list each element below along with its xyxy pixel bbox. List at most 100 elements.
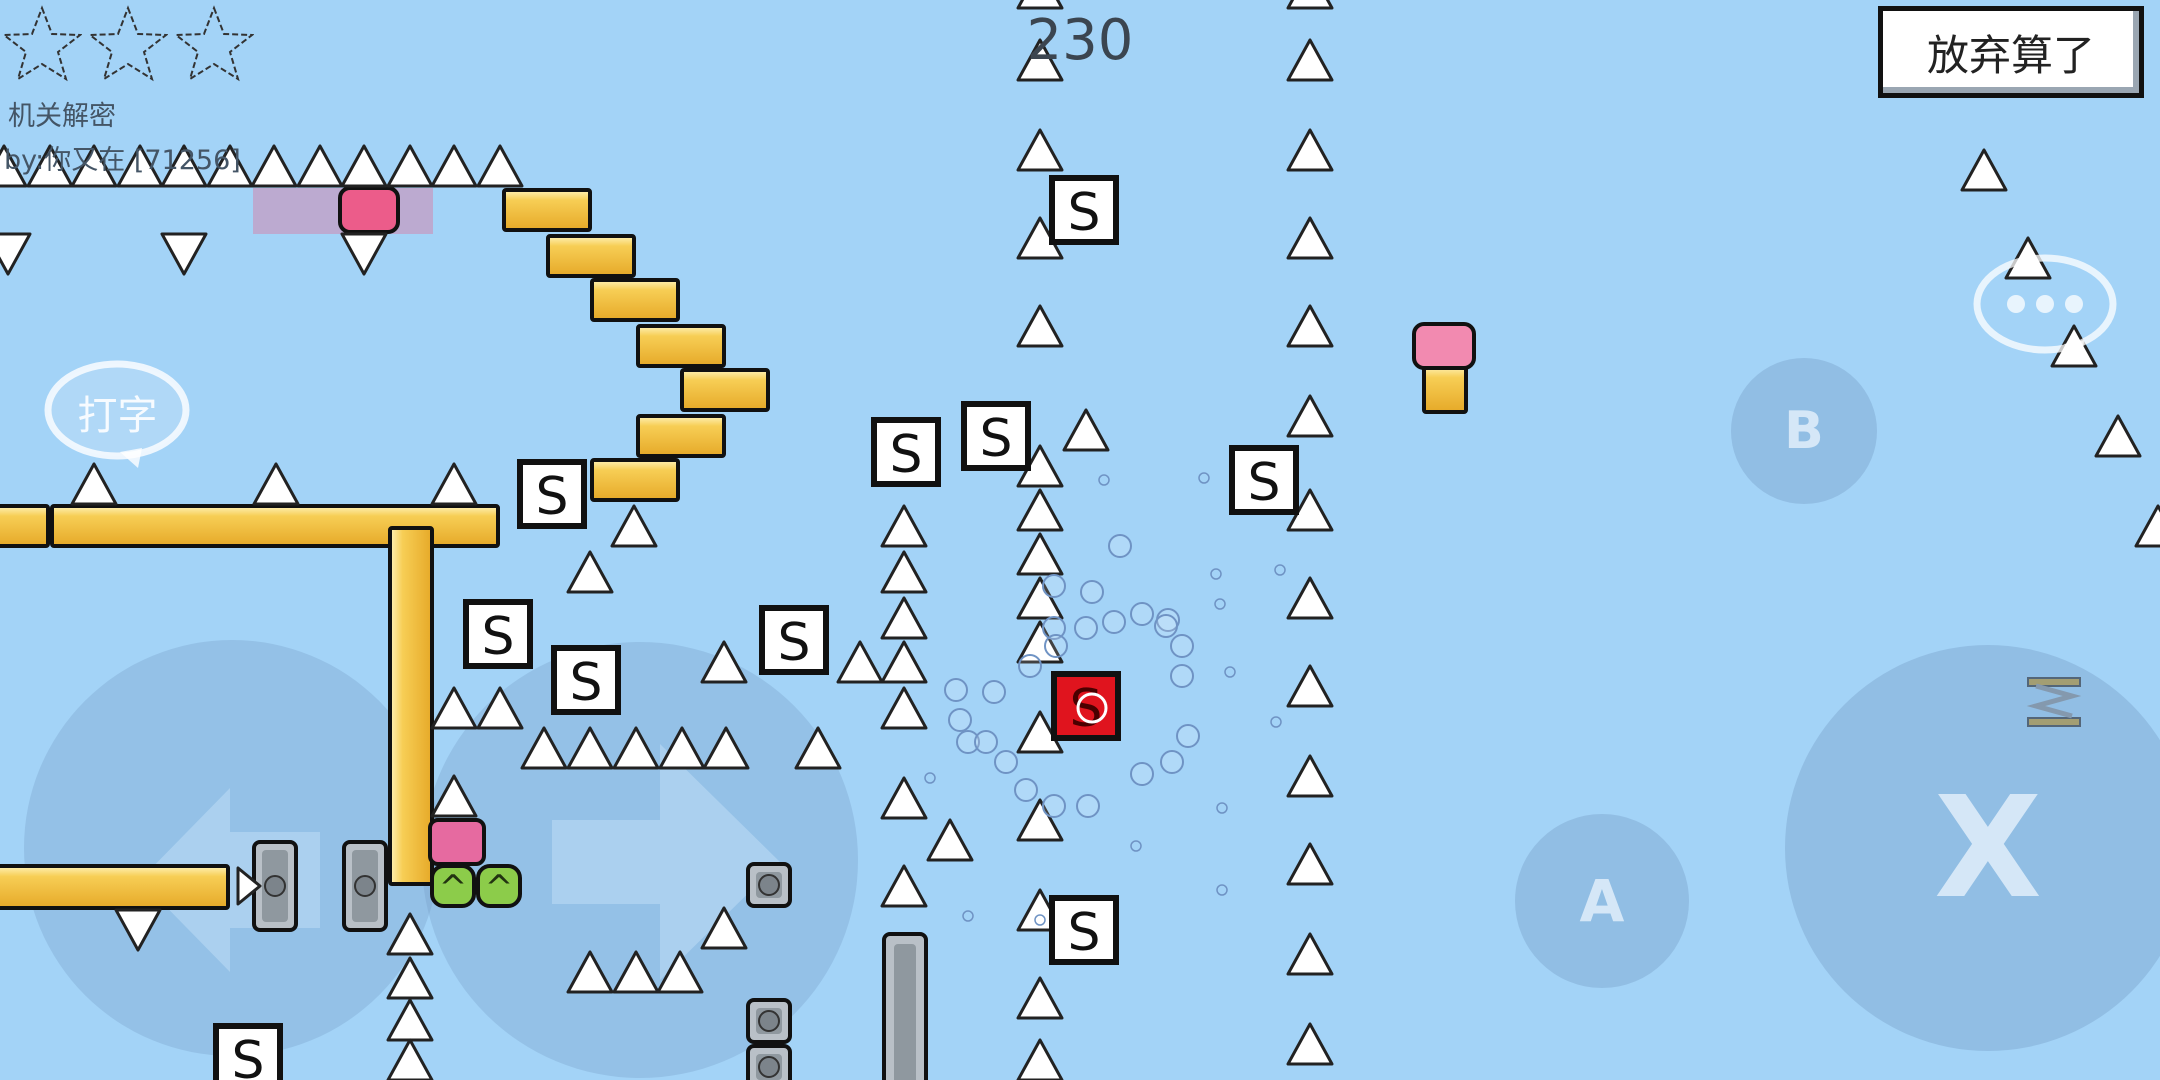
save-point-label: S bbox=[1067, 903, 1100, 963]
spike bbox=[386, 998, 434, 1042]
save-point[interactable]: S bbox=[871, 417, 941, 487]
save-point-label: S bbox=[231, 1031, 264, 1080]
save-point[interactable]: S bbox=[1229, 445, 1299, 515]
bubble bbox=[1044, 634, 1068, 658]
piston-bolt bbox=[354, 875, 376, 897]
platform bbox=[1422, 364, 1468, 414]
spike bbox=[566, 550, 614, 594]
bounce-pad-label: ^ bbox=[485, 868, 514, 908]
piston-block bbox=[746, 1044, 792, 1080]
spike bbox=[70, 462, 118, 506]
spike bbox=[1016, 304, 1064, 348]
spike bbox=[1016, 532, 1064, 576]
bubble bbox=[994, 750, 1018, 774]
bubble bbox=[1080, 580, 1104, 604]
platform bbox=[546, 234, 636, 278]
save-point[interactable]: S bbox=[213, 1023, 283, 1080]
spike bbox=[1960, 148, 2008, 192]
spike bbox=[252, 462, 300, 506]
save-point-label: S bbox=[535, 467, 568, 527]
save-point[interactable]: S bbox=[463, 599, 533, 669]
bubble bbox=[948, 708, 972, 732]
pink-switch[interactable] bbox=[428, 818, 486, 866]
platform bbox=[0, 504, 50, 548]
bubble bbox=[1130, 602, 1154, 626]
save-point-label: S bbox=[1069, 679, 1102, 739]
bubble bbox=[1170, 634, 1194, 658]
bubble bbox=[1018, 654, 1042, 678]
bubble bbox=[1014, 778, 1038, 802]
move-right-button[interactable] bbox=[422, 642, 858, 1078]
spike bbox=[386, 144, 434, 188]
save-point-label: S bbox=[481, 607, 514, 667]
level-author: by:你又在 [71256] bbox=[4, 145, 241, 176]
bubble bbox=[1176, 724, 1200, 748]
bubble bbox=[1108, 534, 1132, 558]
bubble bbox=[1076, 794, 1100, 818]
save-point-label: S bbox=[569, 653, 602, 713]
b-button[interactable]: B bbox=[1731, 358, 1877, 504]
save-point-label: S bbox=[979, 409, 1012, 469]
b-label: B bbox=[1784, 401, 1824, 461]
speech-bubble-dots-icon bbox=[1973, 254, 2117, 362]
bubble bbox=[924, 772, 936, 784]
spike bbox=[880, 686, 928, 730]
spike bbox=[880, 596, 928, 640]
pink-switch[interactable] bbox=[338, 186, 400, 234]
spike bbox=[1286, 38, 1334, 82]
bubble bbox=[944, 678, 968, 702]
spike bbox=[430, 144, 478, 188]
spike bbox=[1286, 128, 1334, 172]
spike bbox=[1062, 408, 1110, 452]
save-point-active[interactable]: S bbox=[1051, 671, 1121, 741]
spike bbox=[1286, 932, 1334, 976]
save-point[interactable]: S bbox=[759, 605, 829, 675]
save-point-label: S bbox=[777, 613, 810, 673]
bubble bbox=[1098, 474, 1110, 486]
bubble bbox=[1214, 598, 1226, 610]
spike bbox=[880, 864, 928, 908]
platform bbox=[636, 414, 726, 458]
chat-button[interactable] bbox=[1972, 252, 2118, 364]
platform bbox=[590, 458, 680, 502]
piston-bolt bbox=[758, 1010, 780, 1032]
save-point[interactable]: S bbox=[1049, 895, 1119, 965]
bubble bbox=[1198, 472, 1210, 484]
save-point[interactable]: S bbox=[1049, 175, 1119, 245]
spike bbox=[880, 550, 928, 594]
type-label: 打字 bbox=[77, 393, 158, 439]
spike bbox=[610, 504, 658, 548]
spike bbox=[1286, 304, 1334, 348]
pink-switch[interactable] bbox=[1412, 322, 1476, 370]
save-point[interactable]: S bbox=[517, 459, 587, 529]
bubble bbox=[1042, 574, 1066, 598]
save-point[interactable]: S bbox=[551, 645, 621, 715]
bubble bbox=[974, 730, 998, 754]
spike bbox=[1286, 394, 1334, 438]
piston-bolt bbox=[758, 874, 780, 896]
a-button[interactable]: A bbox=[1515, 814, 1689, 988]
bubble bbox=[1274, 564, 1286, 576]
give-up-button[interactable]: 放弃算了 bbox=[1878, 6, 2144, 98]
bubble bbox=[982, 680, 1006, 704]
save-point[interactable]: S bbox=[961, 401, 1031, 471]
bounce-pad-label: ^ bbox=[439, 868, 468, 908]
bubble bbox=[1210, 568, 1222, 580]
spike bbox=[1016, 488, 1064, 532]
spike bbox=[880, 640, 928, 684]
platform bbox=[0, 864, 230, 910]
level-name: 机关解密 bbox=[8, 101, 116, 132]
spike bbox=[296, 144, 344, 188]
gray-pillar-core bbox=[894, 944, 916, 1080]
spike bbox=[1286, 754, 1334, 798]
bounce-pad[interactable]: ^ bbox=[476, 864, 522, 908]
bounce-pad[interactable]: ^ bbox=[430, 864, 476, 908]
spike bbox=[1286, 842, 1334, 886]
platform bbox=[388, 526, 434, 886]
spike bbox=[1286, 576, 1334, 620]
spike bbox=[1016, 1038, 1064, 1080]
spike bbox=[430, 462, 478, 506]
spike bbox=[1286, 664, 1334, 708]
spike bbox=[340, 144, 388, 188]
save-point-label: S bbox=[1067, 183, 1100, 243]
